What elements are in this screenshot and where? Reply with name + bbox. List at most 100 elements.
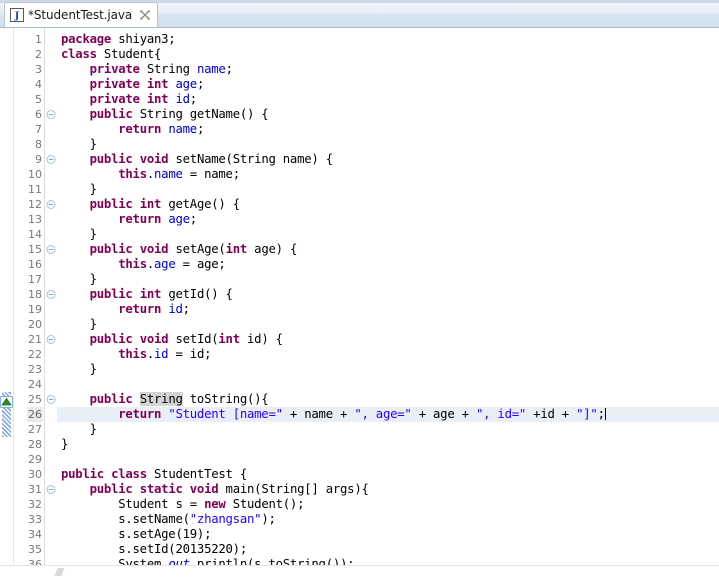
code-line-5[interactable]: private int id; xyxy=(57,92,719,107)
fold-collapse-icon-line-12[interactable] xyxy=(46,197,56,212)
code-line-32[interactable]: Student s = new Student(); xyxy=(57,497,719,512)
fold-collapse-icon-line-31[interactable] xyxy=(46,482,56,497)
fold-collapse-icon-line-21[interactable] xyxy=(46,332,56,347)
code-line-16[interactable]: this.age = age; xyxy=(57,257,719,272)
code-line-23[interactable]: } xyxy=(57,362,719,377)
code-line-33[interactable]: s.setName("zhangsan"); xyxy=(57,512,719,527)
editor-tab-studenttest-java[interactable]: J *StudentTest.java xyxy=(4,2,159,27)
token-kw: int xyxy=(139,197,162,211)
token-kw: this xyxy=(118,347,147,361)
token-plain: String getName() { xyxy=(132,107,269,121)
token-plain: ; xyxy=(182,302,190,316)
token-plain: . xyxy=(146,347,155,361)
token-plain: +id + xyxy=(526,407,577,421)
line-number-10: 10 xyxy=(28,168,42,181)
token-fld: id xyxy=(154,347,169,361)
code-line-4[interactable]: private int age; xyxy=(57,77,719,92)
code-line-6[interactable]: public String getName() { xyxy=(57,107,719,122)
code-line-12[interactable]: public int getAge() { xyxy=(57,197,719,212)
line-number-24: 24 xyxy=(28,378,42,391)
token-plain: } xyxy=(61,137,97,151)
fold-collapse-icon-line-18[interactable] xyxy=(46,287,56,302)
code-line-3[interactable]: private String name; xyxy=(57,62,719,77)
editor-area[interactable]: 1 2 3 4 5 6 7 8 9 10 11 12 13 14 15 16 17 18 19 20 21 22 23 24 2… xyxy=(0,28,719,584)
code-line-10[interactable]: this.name = name; xyxy=(57,167,719,182)
code-line-26[interactable]: return "Student [name=" + name + ", age=… xyxy=(57,407,719,422)
code-line-21[interactable]: public void setId(int id) { xyxy=(57,332,719,347)
code-line-36[interactable]: System.out.println(s.toString()); xyxy=(57,557,719,572)
code-line-18[interactable]: public int getId() { xyxy=(57,287,719,302)
line-number-35: 35 xyxy=(28,543,42,556)
code-line-34[interactable]: s.setAge(19); xyxy=(57,527,719,542)
token-plain: getId() { xyxy=(161,287,233,301)
fold-collapse-icon-line-15[interactable] xyxy=(46,242,56,257)
token-plain: . xyxy=(146,257,155,271)
code-line-30[interactable]: public class StudentTest { xyxy=(57,467,719,482)
code-line-24[interactable] xyxy=(57,377,719,392)
token-kw: private xyxy=(89,92,140,106)
token-kw: public xyxy=(89,482,133,496)
code-line-25[interactable]: public String toString(){ xyxy=(57,392,719,407)
code-line-7[interactable]: return name; xyxy=(57,122,719,137)
code-line-17[interactable]: } xyxy=(57,272,719,287)
line-number-5: 5 xyxy=(35,93,42,106)
line-number-22: 22 xyxy=(28,348,42,361)
token-kw: int xyxy=(139,287,162,301)
line-number-28: 28 xyxy=(28,438,42,451)
code-line-20[interactable]: } xyxy=(57,317,719,332)
token-plain: } xyxy=(61,227,97,241)
code-line-1[interactable]: package shiyan3; xyxy=(57,32,719,47)
token-kw: return xyxy=(118,122,162,136)
line-number-31: 31 xyxy=(28,483,42,496)
code-text-surface[interactable]: package shiyan3; class Student{ private S… xyxy=(57,28,719,584)
code-line-31[interactable]: public static void main(String[] args){ xyxy=(57,482,719,497)
code-line-14[interactable]: } xyxy=(57,227,719,242)
change-marker-ruler[interactable] xyxy=(0,28,14,584)
line-number-4: 4 xyxy=(35,78,42,91)
fold-collapse-icon-line-9[interactable] xyxy=(46,152,56,167)
fold-collapse-icon-line-6[interactable] xyxy=(46,107,56,122)
token-str: ", id=" xyxy=(475,407,527,421)
code-line-29[interactable] xyxy=(57,452,719,467)
token-occ: String xyxy=(139,392,183,406)
token-plain: toString(){ xyxy=(182,392,269,406)
token-kw: return xyxy=(118,212,162,226)
code-line-9[interactable]: public void setName(String name) { xyxy=(57,152,719,167)
fold-collapse-icon-line-25[interactable] xyxy=(46,392,56,407)
token-plain: ; xyxy=(196,122,205,136)
code-line-13[interactable]: return age; xyxy=(57,212,719,227)
code-line-35[interactable]: s.setId(20135220); xyxy=(57,542,719,557)
eclipse-java-editor-window: J *StudentTest.java 1 2 3 4 5 6 7 8 9 10 11 12 13 14 1… xyxy=(0,0,719,584)
token-plain: Student{ xyxy=(96,47,162,61)
line-number-1: 1 xyxy=(35,33,42,46)
token-plain: s.setName( xyxy=(61,512,190,526)
code-line-8[interactable]: } xyxy=(57,137,719,152)
code-line-19[interactable]: return id; xyxy=(57,302,719,317)
editor-tab-bar: J *StudentTest.java xyxy=(0,0,719,28)
line-number-20: 20 xyxy=(28,318,42,331)
token-kw: this xyxy=(118,257,147,271)
svg-text:J: J xyxy=(14,11,20,22)
token-kw: public xyxy=(89,107,133,121)
code-line-15[interactable]: public void setAge(int age) { xyxy=(57,242,719,257)
code-line-28[interactable]: } xyxy=(57,437,719,452)
token-plain: } xyxy=(61,272,97,286)
token-plain: getAge() { xyxy=(161,197,240,211)
folding-ruler[interactable] xyxy=(45,28,57,584)
code-line-27[interactable]: } xyxy=(57,422,719,437)
token-kw: public xyxy=(89,152,133,166)
collapse-all-arrow-icon[interactable] xyxy=(0,393,13,408)
token-kw: package xyxy=(61,32,112,46)
close-icon[interactable] xyxy=(139,9,151,21)
code-line-22[interactable]: this.id = id; xyxy=(57,347,719,362)
code-line-2[interactable]: class Student{ xyxy=(57,47,719,62)
code-line-11[interactable]: } xyxy=(57,182,719,197)
